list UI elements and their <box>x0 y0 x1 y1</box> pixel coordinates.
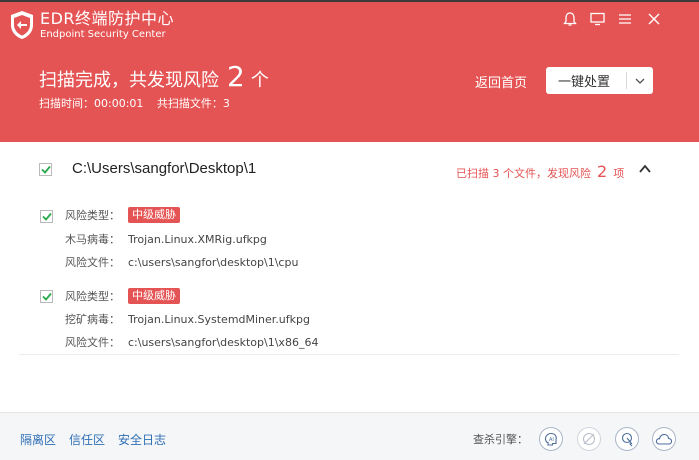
app-subtitle: Endpoint Security Center <box>40 29 166 40</box>
check-icon <box>40 165 51 174</box>
quarantine-link[interactable]: 隔离区 <box>20 431 56 448</box>
threat-name-label: 挖矿病毒： <box>65 313 120 326</box>
one-click-action-label: 一键处置 <box>558 75 611 90</box>
threat-file-row: 风险文件： c:\users\sangfor\desktop\1\cpu <box>65 254 298 270</box>
app-title: EDR终端防护中心 <box>40 9 175 28</box>
threat-file-value: c:\users\sangfor\desktop\1\x86_64 <box>128 335 319 349</box>
threat-name-row: 木马病毒： Trojan.Linux.XMRig.ufkpg <box>65 231 267 247</box>
engine-label: 查杀引擎： <box>473 433 528 446</box>
threat-file-label: 风险文件： <box>65 256 120 269</box>
menu-icon[interactable] <box>616 10 634 28</box>
threat-file-label: 风险文件： <box>65 336 120 349</box>
ai-engine-icon[interactable]: AI <box>539 427 563 451</box>
cloud-engine-icon[interactable] <box>652 427 676 451</box>
disabled-engine-icon[interactable] <box>577 427 601 451</box>
threat-name-value: Trojan.Linux.SystemdMiner.ufkpg <box>128 312 310 326</box>
threat-type-row: 风险类型： 中级威胁 <box>65 288 180 304</box>
threat-level-badge: 中级威胁 <box>128 207 180 223</box>
scan-result-headline: 扫描完成，共发现风险 2 个 <box>39 60 269 94</box>
footer-bar: 隔离区 信任区 安全日志 查杀引擎： AI <box>0 412 699 460</box>
folder-path: C:\Users\sangfor\Desktop\1 <box>72 160 257 177</box>
scan-time: 扫描时间：00:00:01 <box>39 97 144 110</box>
monitor-icon[interactable] <box>588 10 606 28</box>
svg-text:AI: AI <box>549 437 554 443</box>
headline-text: 扫描完成，共发现风险 <box>39 70 219 91</box>
security-log-link[interactable]: 安全日志 <box>118 431 166 448</box>
behavior-engine-icon[interactable] <box>615 427 639 451</box>
threat-name-value: Trojan.Linux.XMRig.ufkpg <box>128 232 267 246</box>
summary-suffix: 项 <box>613 167 625 180</box>
threat-name-label: 木马病毒： <box>65 233 120 246</box>
threat-checkbox[interactable] <box>40 290 53 303</box>
summary-prefix: 已扫描 3 个文件，发现风险 <box>456 167 591 180</box>
close-icon[interactable] <box>645 10 663 28</box>
header-banner: EDR终端防护中心 Endpoint Security Center 扫描完成，… <box>0 0 699 142</box>
threat-level-badge: 中级威胁 <box>128 288 180 304</box>
threat-type-row: 风险类型： 中级威胁 <box>65 207 180 223</box>
one-click-action-button[interactable]: 一键处置 <box>546 67 653 94</box>
scan-file-count: 共扫描文件：3 <box>156 97 230 110</box>
threat-name-row: 挖矿病毒： Trojan.Linux.SystemdMiner.ufkpg <box>65 311 310 327</box>
threat-file-row: 风险文件： c:\users\sangfor\desktop\1\x86_64 <box>65 334 318 350</box>
group-divider <box>19 354 679 355</box>
scan-results-panel: C:\Users\sangfor\Desktop\1 已扫描 3 个文件，发现风… <box>0 142 699 412</box>
threat-type-label: 风险类型： <box>65 209 120 222</box>
threat-type-label: 风险类型： <box>65 290 120 303</box>
shield-logo-icon <box>11 11 33 39</box>
check-icon <box>41 212 52 221</box>
window-top-strip <box>0 0 699 2</box>
risk-count: 2 <box>227 60 245 93</box>
bell-icon[interactable] <box>561 10 579 28</box>
risk-count-unit: 个 <box>250 70 269 91</box>
threat-file-value: c:\users\sangfor\desktop\1\cpu <box>128 255 299 269</box>
check-icon <box>41 292 52 301</box>
return-home-link[interactable]: 返回首页 <box>475 72 527 91</box>
group-checkbox[interactable] <box>39 163 52 176</box>
chevron-down-icon[interactable] <box>627 78 653 84</box>
scan-info: 扫描时间：00:00:01 共扫描文件：3 <box>39 97 240 111</box>
chevron-up-icon[interactable] <box>638 163 652 175</box>
trust-zone-link[interactable]: 信任区 <box>69 431 105 448</box>
threat-checkbox[interactable] <box>40 210 53 223</box>
summary-count: 2 <box>597 162 608 181</box>
group-summary: 已扫描 3 个文件，发现风险 2 项 <box>456 162 624 181</box>
